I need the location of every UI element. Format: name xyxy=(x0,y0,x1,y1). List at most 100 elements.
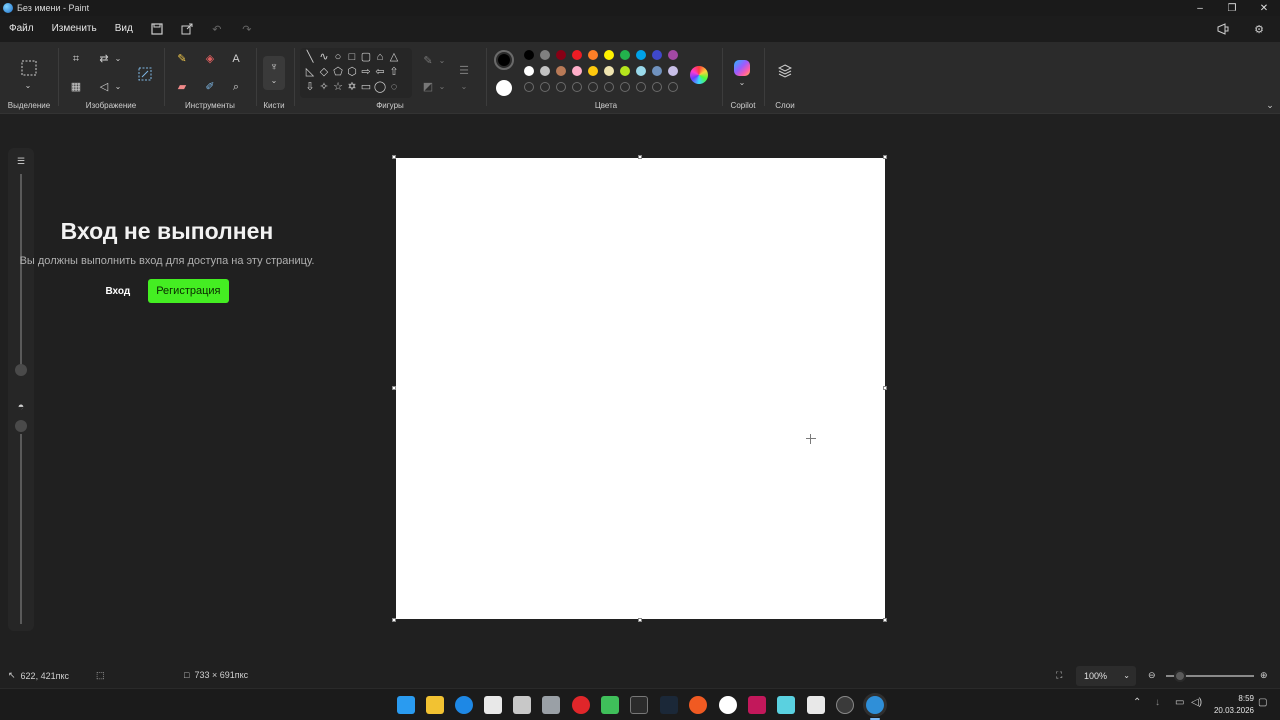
palette-color-row2-7[interactable] xyxy=(620,66,630,76)
tray-network-icon[interactable]: ▭ xyxy=(1175,697,1184,708)
primary-color-swatch[interactable] xyxy=(494,50,514,70)
outline-chevron-icon[interactable]: ⌄ xyxy=(434,54,450,68)
tray-overflow-chevron-icon[interactable]: ⌃ xyxy=(1133,697,1141,708)
palette-color-row1-3[interactable] xyxy=(556,50,566,60)
resize-handle-left[interactable] xyxy=(392,386,396,390)
settings-app-icon[interactable] xyxy=(719,696,737,714)
menu-edit[interactable]: Изменить xyxy=(43,16,106,42)
custom-color-slot-9[interactable] xyxy=(652,82,662,92)
menu-file[interactable]: Файл xyxy=(0,16,43,42)
zoom-in-icon[interactable]: ⊕ xyxy=(1260,670,1268,681)
menu-view[interactable]: Вид xyxy=(106,16,142,42)
fill-chevron-icon[interactable]: ⌄ xyxy=(434,80,450,94)
steam-icon[interactable] xyxy=(660,696,678,714)
fill-bucket-icon[interactable]: ◈ xyxy=(202,52,218,66)
palette-color-row1-6[interactable] xyxy=(604,50,614,60)
shape-triangle-icon[interactable]: △ xyxy=(386,50,402,64)
edit-colors-icon[interactable] xyxy=(690,66,708,84)
palette-color-row2-9[interactable] xyxy=(652,66,662,76)
resize-handle-top-left[interactable] xyxy=(392,155,396,159)
notifications-icon[interactable]: ▢ xyxy=(1258,697,1267,708)
resize-chevron-icon[interactable]: ⌄ xyxy=(110,52,126,66)
palette-color-row2-4[interactable] xyxy=(572,66,582,76)
custom-color-slot-2[interactable] xyxy=(540,82,550,92)
zoom-out-icon[interactable]: ⊖ xyxy=(1148,670,1156,681)
color-picker-icon[interactable]: ✐ xyxy=(202,80,218,94)
custom-color-slot-3[interactable] xyxy=(556,82,566,92)
palette-color-row1-7[interactable] xyxy=(620,50,630,60)
ea-app-icon[interactable] xyxy=(689,696,707,714)
epic-games-icon[interactable] xyxy=(630,696,648,714)
rotate-chevron-icon[interactable]: ⌄ xyxy=(110,80,126,94)
select-all-icon[interactable]: ▦ xyxy=(68,80,84,94)
text-icon[interactable]: A xyxy=(228,52,244,66)
copilot-icon[interactable] xyxy=(734,60,750,76)
obs-studio-icon[interactable] xyxy=(836,696,854,714)
store-icon[interactable] xyxy=(513,696,531,714)
shape-style-chevron-icon[interactable]: ⌄ xyxy=(456,80,472,94)
crop-icon[interactable]: ⌗ xyxy=(68,52,84,66)
pencil-icon[interactable]: ✎ xyxy=(174,52,190,66)
amd-software-icon[interactable] xyxy=(748,696,766,714)
palette-color-row1-8[interactable] xyxy=(636,50,646,60)
snipping-tool-icon[interactable] xyxy=(484,696,502,714)
palette-color-row2-2[interactable] xyxy=(540,66,550,76)
custom-color-slot-4[interactable] xyxy=(572,82,582,92)
palette-color-row1-2[interactable] xyxy=(540,50,550,60)
palette-color-row2-3[interactable] xyxy=(556,66,566,76)
palette-color-row1-5[interactable] xyxy=(588,50,598,60)
resize-handle-bottom-left[interactable] xyxy=(392,618,396,622)
tray-volume-icon[interactable]: ◁) xyxy=(1191,697,1202,708)
settings-gear-icon[interactable]: ⚙ xyxy=(1250,20,1268,38)
opacity-slider-knob[interactable] xyxy=(15,420,27,432)
custom-color-slot-1[interactable] xyxy=(524,82,534,92)
system-clock[interactable]: 8:59 20.03.2026 xyxy=(1214,693,1254,717)
brush-size-slider-knob[interactable] xyxy=(15,364,27,376)
share-icon[interactable] xyxy=(178,20,196,38)
close-button[interactable]: ✕ xyxy=(1248,0,1280,16)
opera-browser-icon[interactable] xyxy=(572,696,590,714)
shape-style-icon[interactable]: ☰ xyxy=(456,64,472,78)
shape-arrow-up-icon[interactable]: ⇧ xyxy=(386,65,402,79)
image-adjust-icon[interactable] xyxy=(136,66,154,84)
undo-icon[interactable]: ↶ xyxy=(208,20,226,38)
magnifier-icon[interactable]: ⌕ xyxy=(228,80,244,94)
restore-button[interactable]: ❐ xyxy=(1216,0,1248,16)
zoom-level-dropdown[interactable]: 100% ⌄ xyxy=(1076,666,1136,686)
palette-color-row2-6[interactable] xyxy=(604,66,614,76)
resize-handle-top-right[interactable] xyxy=(883,155,887,159)
palette-color-row2-8[interactable] xyxy=(636,66,646,76)
palette-color-row2-10[interactable] xyxy=(668,66,678,76)
selection-dropdown-chevron-icon[interactable]: ⌄ xyxy=(20,79,36,93)
resize-handle-top[interactable] xyxy=(638,155,642,159)
brush-button[interactable]: ♆ ⌄ xyxy=(263,56,285,90)
paint-taskbar-icon[interactable] xyxy=(866,696,884,714)
ribbon-collapse-chevron-icon[interactable]: ⌄ xyxy=(1262,98,1278,112)
palette-color-row1-10[interactable] xyxy=(668,50,678,60)
selection-rectangle-icon[interactable] xyxy=(20,60,38,78)
custom-color-slot-6[interactable] xyxy=(604,82,614,92)
notepad-icon[interactable] xyxy=(777,696,795,714)
redo-icon[interactable]: ↷ xyxy=(238,20,256,38)
login-link[interactable]: Вход xyxy=(105,286,130,297)
opacity-slider-track[interactable] xyxy=(20,434,22,624)
palette-color-row2-5[interactable] xyxy=(588,66,598,76)
copilot-chevron-icon[interactable]: ⌄ xyxy=(734,76,750,90)
custom-color-slot-5[interactable] xyxy=(588,82,598,92)
resize-handle-bottom[interactable] xyxy=(638,618,642,622)
palette-color-row2-1[interactable] xyxy=(524,66,534,76)
secondary-color-swatch[interactable] xyxy=(496,80,512,96)
palette-color-row1-9[interactable] xyxy=(652,50,662,60)
palette-color-row1-1[interactable] xyxy=(524,50,534,60)
fit-to-window-icon[interactable]: ⛶ xyxy=(1056,670,1062,681)
start-menu-icon[interactable] xyxy=(397,696,415,714)
resize-handle-right[interactable] xyxy=(883,386,887,390)
palette-color-row1-4[interactable] xyxy=(572,50,582,60)
save-icon[interactable] xyxy=(148,20,166,38)
edge-browser-icon[interactable] xyxy=(455,696,473,714)
calculator-icon[interactable] xyxy=(542,696,560,714)
file-explorer-icon[interactable] xyxy=(426,696,444,714)
custom-color-slot-7[interactable] xyxy=(620,82,630,92)
zoom-slider-knob[interactable] xyxy=(1174,670,1186,682)
minimize-button[interactable]: – xyxy=(1184,0,1216,16)
